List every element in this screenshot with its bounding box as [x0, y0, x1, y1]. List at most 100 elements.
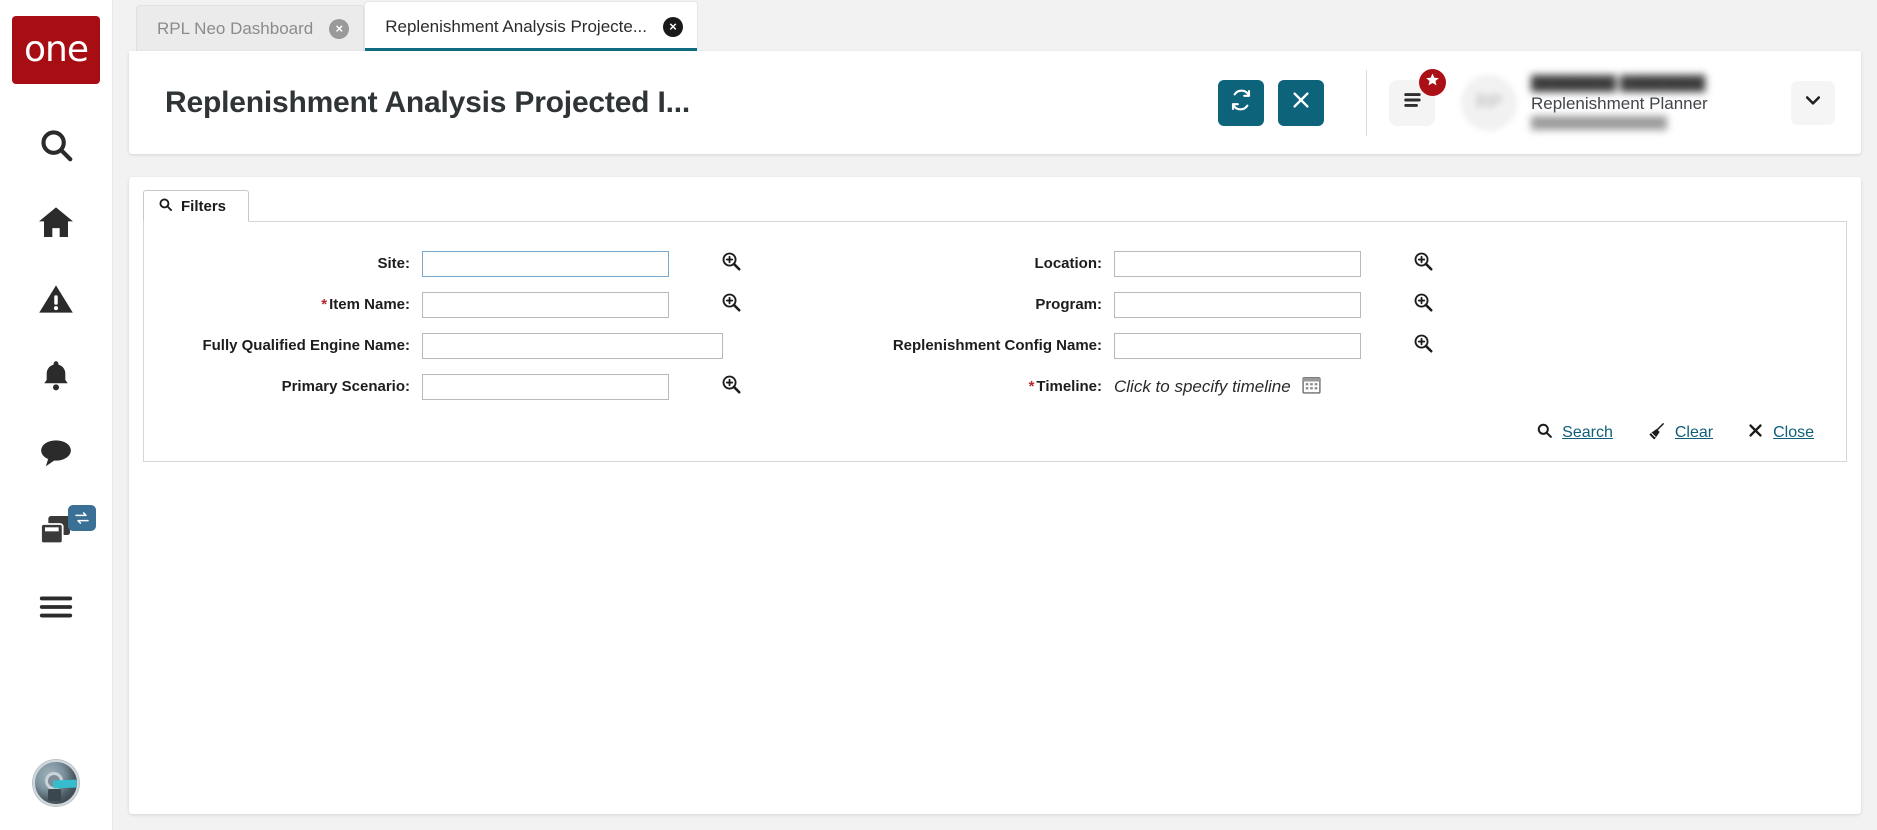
field-cell-replenishment-config-name [1114, 332, 1404, 359]
label-site: Site: [377, 255, 410, 272]
broom-icon [1647, 421, 1666, 445]
page-title: Replenishment Analysis Projected I... [165, 85, 690, 119]
label-timeline-text: Timeline: [1036, 378, 1102, 395]
close-filters-button[interactable]: Close [1747, 422, 1814, 444]
search-icon [37, 126, 75, 164]
site-lookup-cell [712, 250, 742, 277]
tab-close-icon[interactable]: × [329, 18, 350, 39]
label-location: Location: [1034, 255, 1103, 272]
rail-item-messages[interactable] [0, 414, 112, 491]
required-marker: * [1028, 378, 1035, 395]
location-lookup-cell [1404, 250, 1434, 277]
chevron-down-icon [1803, 90, 1823, 115]
user-meta: ████████ ████████ Replenishment Planner … [1531, 75, 1781, 130]
calendar-icon[interactable] [1301, 374, 1322, 400]
label-fully-qualified-engine-name: Fully Qualified Engine Name: [202, 337, 410, 354]
tab-close-icon[interactable]: × [663, 16, 683, 37]
site-lookup-icon[interactable] [720, 250, 742, 277]
replenishment-config-lookup-cell [1404, 332, 1434, 359]
avatar: RP [1461, 74, 1517, 131]
primary-scenario-lookup-icon[interactable] [720, 373, 742, 400]
replenishment-config-name-lookup-icon[interactable] [1412, 332, 1434, 359]
close-filters-button-label: Close [1773, 424, 1814, 441]
filters-panel: Site: Location: * Item Name: Program: Fu… [143, 221, 1847, 462]
rail-item-search[interactable] [0, 106, 112, 183]
tab-label: Replenishment Analysis Projecte... [385, 16, 647, 36]
tab-filters[interactable]: Filters [143, 190, 250, 222]
search-icon [1536, 422, 1553, 444]
header-menu-button[interactable] [1389, 68, 1446, 126]
clear-button[interactable]: Clear [1647, 421, 1713, 445]
tab-rpl-neo-dashboard[interactable]: RPL Neo Dashboard × [136, 5, 365, 51]
home-icon [36, 202, 76, 242]
close-page-button[interactable] [1278, 79, 1324, 126]
rail-item-home[interactable] [0, 183, 112, 260]
location-lookup-icon[interactable] [1412, 250, 1434, 277]
assistant-visor-shape [52, 779, 77, 789]
rail-bottom-group [33, 760, 79, 806]
rail-item-notifications[interactable] [0, 337, 112, 414]
site-input[interactable] [422, 250, 669, 277]
user-email: ████████████████ [1531, 116, 1668, 130]
search-icon [158, 197, 173, 216]
refresh-button[interactable] [1218, 79, 1264, 126]
close-x-icon [1747, 422, 1764, 444]
panel-tabs-row: Filters [143, 190, 1847, 222]
star-icon [1425, 72, 1440, 92]
user-role: Replenishment Planner [1531, 94, 1708, 113]
panel-tabs-filler [249, 221, 1847, 222]
tab-label: RPL Neo Dashboard [157, 18, 314, 38]
field-cell-fully-qualified-engine-name [422, 332, 723, 359]
replenishment-config-name-input[interactable] [1114, 332, 1361, 359]
rail-item-alerts[interactable] [0, 260, 112, 337]
label-replenishment-config-name: Replenishment Config Name: [892, 337, 1102, 354]
label-primary-scenario: Primary Scenario: [281, 378, 410, 395]
label-timeline: * Timeline: [862, 378, 1114, 395]
search-button-label: Search [1562, 424, 1613, 441]
ai-assistant-icon[interactable] [33, 760, 79, 806]
rail-icon-list [0, 106, 112, 645]
tab-filters-label: Filters [181, 197, 227, 215]
header-actions: RP ████████ ████████ Replenishment Plann… [1204, 51, 1861, 154]
alerts-icon [37, 280, 75, 318]
app-root: one RPL Neo Dashboard × Replenishment An… [0, 0, 1877, 830]
required-marker: * [321, 296, 328, 313]
user-menu-dropdown-button[interactable] [1791, 80, 1835, 125]
primary-scenario-input[interactable] [422, 373, 669, 400]
switch-mode-badge[interactable] [68, 505, 96, 531]
rail-item-menu[interactable] [0, 568, 112, 645]
user-profile[interactable]: RP ████████ ████████ Replenishment Plann… [1461, 74, 1781, 131]
item-name-input[interactable] [422, 291, 669, 318]
brand-logo[interactable]: one [12, 16, 100, 84]
notifications-icon [38, 358, 74, 394]
program-lookup-icon[interactable] [1412, 291, 1434, 318]
close-x-icon [1290, 89, 1312, 116]
search-button[interactable]: Search [1536, 422, 1613, 444]
page-header: Replenishment Analysis Projected I... RP… [129, 51, 1861, 154]
label-item-name: * Item Name: [170, 296, 422, 313]
field-cell-primary-scenario [422, 373, 712, 400]
content-panel: Filters Site: Location: * Item Name: Pro… [129, 177, 1861, 814]
assistant-jaw-shape [48, 789, 61, 801]
filters-actions: Search Clear Close [170, 407, 1820, 447]
rail-item-windows[interactable] [0, 491, 112, 568]
tab-replenishment-analysis[interactable]: Replenishment Analysis Projecte... × [364, 1, 698, 51]
browser-tab-strip: RPL Neo Dashboard × Replenishment Analys… [113, 0, 1877, 51]
left-nav-rail: one [0, 0, 113, 830]
program-input[interactable] [1114, 291, 1361, 318]
menu-lines-icon [1401, 91, 1423, 114]
fully-qualified-engine-name-input[interactable] [422, 332, 723, 359]
program-lookup-cell [1404, 291, 1434, 318]
field-cell-location [1114, 250, 1404, 277]
label-program: Program: [1035, 296, 1102, 313]
field-cell-program [1114, 291, 1404, 318]
star-badge [1419, 68, 1446, 96]
clear-button-label: Clear [1674, 424, 1714, 441]
location-input[interactable] [1114, 250, 1361, 277]
item-name-lookup-icon[interactable] [720, 291, 742, 318]
timeline-picker[interactable]: Click to specify timeline [1114, 374, 1404, 400]
messages-icon [37, 434, 75, 472]
hamburger-menu-icon [37, 588, 75, 626]
main-column: RPL Neo Dashboard × Replenishment Analys… [113, 0, 1877, 830]
timeline-placeholder: Click to specify timeline [1114, 376, 1291, 396]
